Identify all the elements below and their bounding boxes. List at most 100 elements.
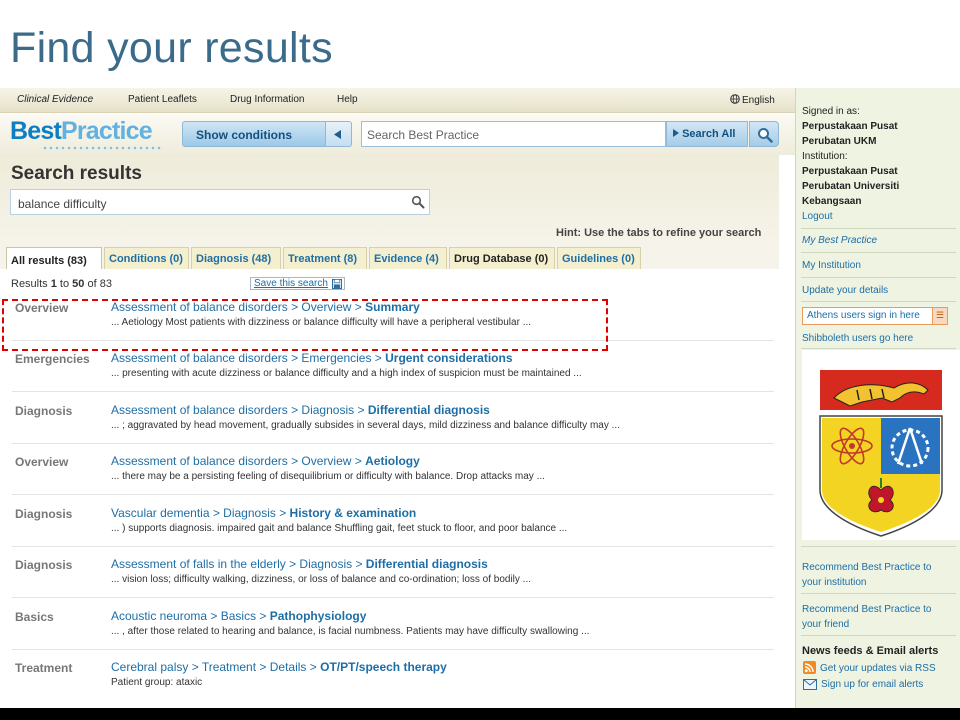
arrow-right-icon	[673, 129, 679, 137]
recommend-friend-link[interactable]: Recommend Best Practice to your friend	[802, 602, 952, 632]
result-section: OT/PT/speech therapy	[320, 660, 447, 674]
result-category: Basics	[15, 610, 54, 624]
result-snippet: ... presenting with acute dizziness or b…	[111, 368, 582, 379]
sidebar-divider	[801, 252, 956, 253]
result-section: Aetiology	[365, 454, 420, 468]
sidebar-divider	[801, 635, 956, 636]
tab-drug-database[interactable]: Drug Database (0)	[449, 247, 555, 269]
result-snippet: ... ) supports diagnosis. impaired gait …	[111, 523, 568, 534]
save-search-button[interactable]: Save this search	[250, 277, 345, 290]
account-sidebar: Signed in as: Perpustakaan Pusat Perubat…	[795, 88, 960, 708]
result-path: Acoustic neuroma > Basics >	[111, 609, 270, 623]
update-details-link[interactable]: Update your details	[802, 283, 888, 298]
row-divider	[12, 546, 774, 547]
search-results-panel: Search results balance difficulty Hint: …	[0, 155, 795, 708]
tab-guidelines[interactable]: Guidelines (0)	[557, 247, 641, 269]
result-category: Diagnosis	[15, 558, 73, 572]
result-snippet: ... ; aggravated by head movement, gradu…	[111, 420, 620, 431]
result-category: Overview	[15, 455, 69, 469]
refine-search-input[interactable]: balance difficulty	[10, 189, 430, 215]
nav-patient-leaflets[interactable]: Patient Leaflets	[128, 94, 197, 105]
result-path: Assessment of falls in the elderly > Dia…	[111, 557, 366, 571]
news-feeds-heading: News feeds & Email alerts	[802, 645, 939, 657]
shibboleth-link[interactable]: Shibboleth users go here	[802, 331, 913, 346]
search-button[interactable]	[749, 121, 779, 147]
result-category: Diagnosis	[15, 404, 73, 418]
institution-label: Institution:	[802, 151, 848, 162]
nav-drug-information[interactable]: Drug Information	[230, 94, 304, 105]
result-path: Cerebral palsy > Treatment > Details >	[111, 660, 321, 674]
institution-line3: Kebangsaan	[802, 196, 862, 207]
sidebar-divider	[801, 277, 956, 278]
rss-link[interactable]: Get your updates via RSS	[803, 661, 936, 674]
search-all-button[interactable]: Search All	[666, 121, 748, 147]
user-name-line1: Perpustakaan Pusat	[802, 121, 898, 132]
search-input[interactable]: Search Best Practice	[361, 121, 666, 147]
result-section: Pathophysiology	[269, 609, 367, 623]
result-snippet: ... , after those related to hearing and…	[111, 626, 590, 637]
tab-evidence[interactable]: Evidence (4)	[369, 247, 447, 269]
scrollbar[interactable]	[779, 155, 795, 708]
result-link[interactable]: Assessment of falls in the elderly > Dia…	[111, 557, 488, 571]
result-link[interactable]: Assessment of balance disorders > Diagno…	[111, 403, 490, 417]
row-divider	[12, 649, 774, 650]
count-mid: to	[56, 278, 73, 290]
globe-icon	[730, 94, 740, 104]
logout-link[interactable]: Logout	[802, 209, 833, 224]
results-count: Results 1 to 50 of 83	[11, 278, 112, 290]
main-content: Clinical Evidence Patient Leaflets Drug …	[0, 88, 795, 708]
result-link[interactable]: Assessment of balance disorders > Overvi…	[111, 454, 420, 468]
my-best-practice-link[interactable]: My Best Practice	[802, 233, 877, 248]
result-row: Diagnosis Assessment of falls in the eld…	[0, 548, 795, 598]
result-row: Diagnosis Vascular dementia > Diagnosis …	[0, 497, 795, 547]
logo-practice: Practice	[61, 117, 153, 145]
result-row: Overview Assessment of balance disorders…	[0, 445, 795, 495]
brand-bar: BestPractice Show conditions Search Best…	[0, 113, 795, 155]
refine-search-value: balance difficulty	[18, 197, 107, 211]
institution-line1: Perpustakaan Pusat	[802, 166, 898, 177]
result-section: Differential diagnosis	[365, 557, 488, 571]
top-nav: Clinical Evidence Patient Leaflets Drug …	[0, 88, 795, 113]
search-icon[interactable]	[411, 195, 425, 209]
nav-help[interactable]: Help	[337, 94, 358, 105]
recommend-institution-link[interactable]: Recommend Best Practice to your institut…	[802, 560, 952, 590]
result-path: Assessment of balance disorders > Diagno…	[111, 403, 368, 417]
envelope-icon	[803, 679, 817, 690]
result-link[interactable]: Assessment of balance disorders > Emerge…	[111, 351, 513, 365]
result-row: Treatment Cerebral palsy > Treatment > D…	[0, 651, 795, 701]
nav-clinical-evidence[interactable]: Clinical Evidence	[17, 94, 93, 105]
email-alerts-link[interactable]: Sign up for email alerts	[803, 679, 923, 690]
institution-line2: Perubatan Universiti	[802, 181, 900, 192]
result-category: Emergencies	[15, 352, 90, 366]
language-selector[interactable]: English	[730, 94, 775, 106]
show-conditions-toggle[interactable]	[326, 121, 352, 147]
best-practice-logo[interactable]: BestPractice	[10, 117, 153, 146]
result-section: Differential diagnosis	[367, 403, 490, 417]
search-icon	[758, 128, 773, 143]
search-results-heading: Search results	[11, 163, 142, 184]
row-divider	[12, 597, 774, 598]
row-divider	[12, 391, 774, 392]
sidebar-divider	[801, 301, 956, 302]
result-link[interactable]: Cerebral palsy > Treatment > Details > O…	[111, 660, 447, 674]
result-snippet: Patient group: ataxic	[111, 677, 203, 688]
tab-conditions[interactable]: Conditions (0)	[104, 247, 189, 269]
my-institution-link[interactable]: My Institution	[802, 258, 861, 273]
result-category: Treatment	[15, 661, 73, 675]
rss-label: Get your updates via RSS	[820, 663, 936, 674]
athens-signin-button[interactable]: Athens users sign in here ☰	[802, 307, 948, 325]
language-label: English	[742, 95, 775, 106]
bottom-bar	[0, 708, 960, 720]
tab-diagnosis[interactable]: Diagnosis (48)	[191, 247, 281, 269]
show-conditions-button[interactable]: Show conditions	[182, 121, 326, 147]
slide-title: Find your results	[10, 24, 333, 72]
sidebar-divider	[801, 546, 956, 547]
result-snippet: ... there may be a persisting feeling of…	[111, 471, 545, 482]
signed-in-label: Signed in as:	[802, 106, 860, 117]
sidebar-divider	[801, 228, 956, 229]
result-link[interactable]: Acoustic neuroma > Basics > Pathophysiol…	[111, 609, 366, 623]
tab-treatment[interactable]: Treatment (8)	[283, 247, 367, 269]
result-path: Assessment of balance disorders > Emerge…	[111, 351, 386, 365]
rss-icon	[803, 661, 816, 674]
result-link[interactable]: Vascular dementia > Diagnosis > History …	[111, 506, 416, 520]
